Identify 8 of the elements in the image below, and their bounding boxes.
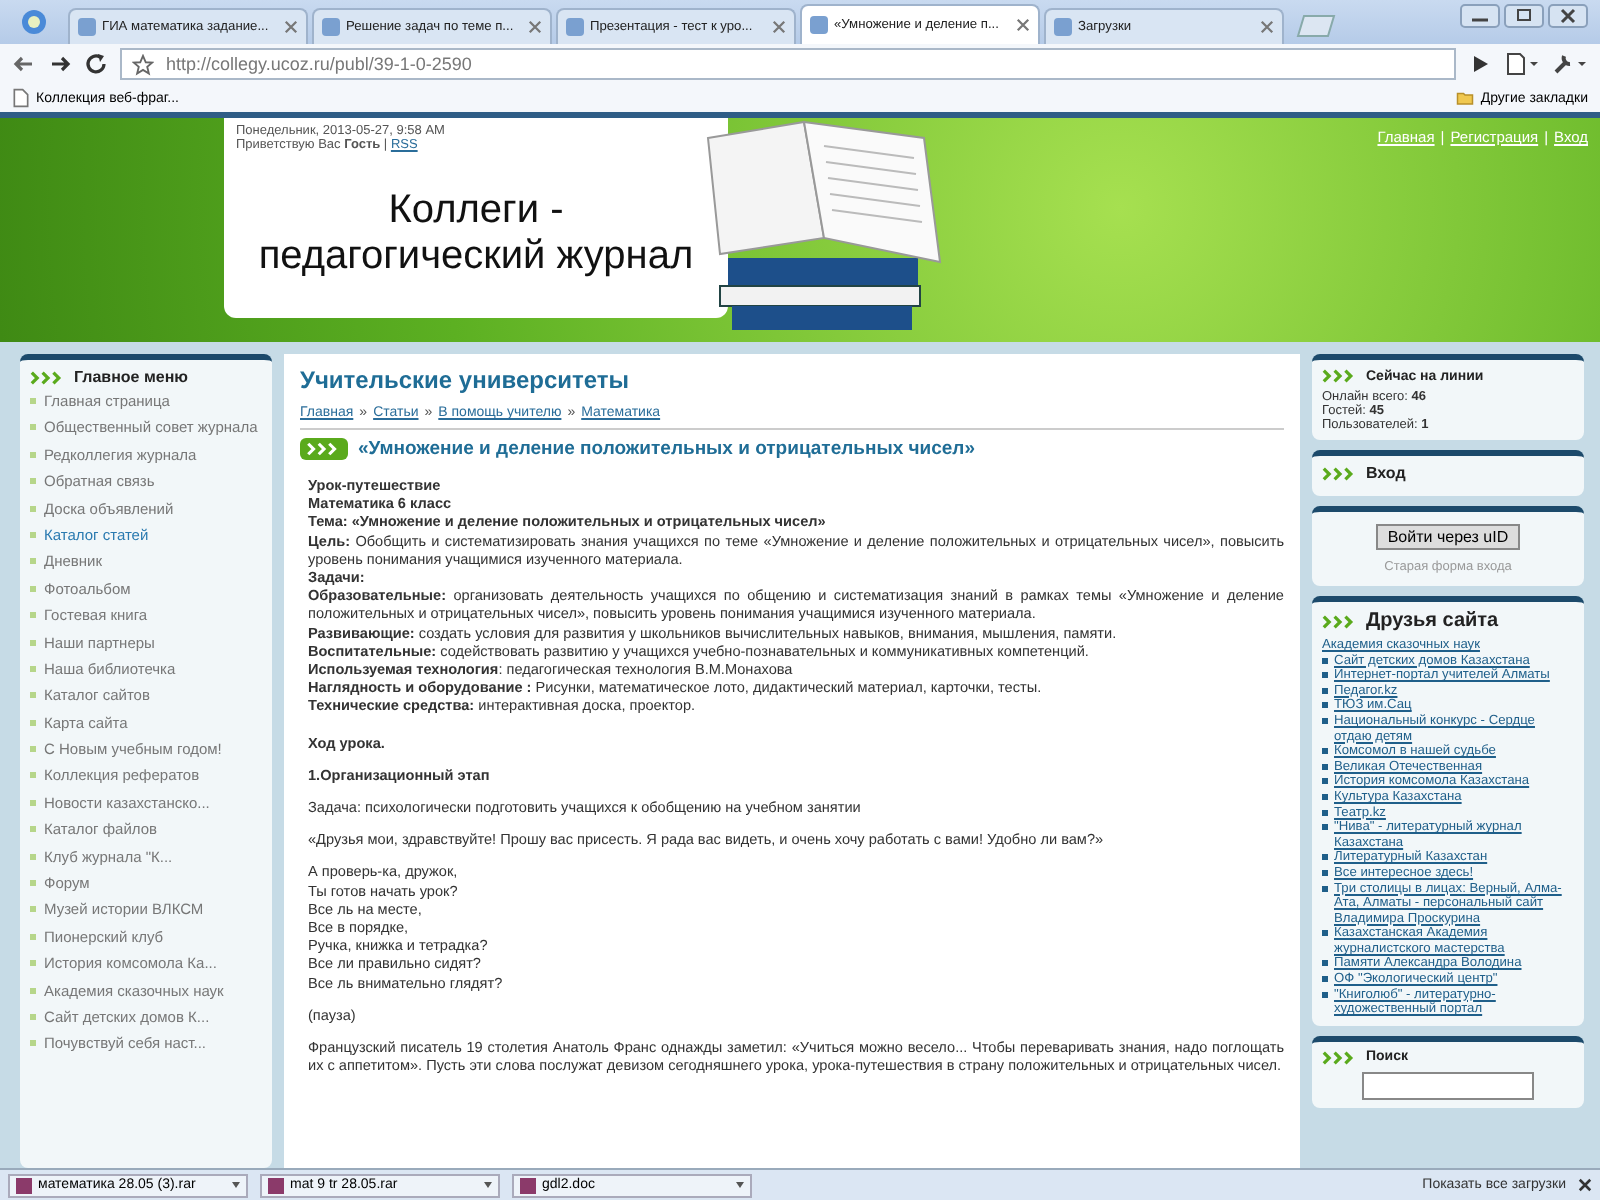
site-title: Коллеги - педагогический журнал (256, 188, 696, 280)
section-title: Учительские университеты (300, 366, 632, 394)
panel-title: Вход (1366, 464, 1406, 482)
article-title: «Умножение и деление положительных и отрицательных чисел» (358, 438, 976, 460)
panel-title: Друзья сайта (1366, 610, 1499, 632)
address-bar[interactable]: http://collegy.ucoz.ru/publ/39-1-0-2590 (120, 48, 1456, 80)
login-button[interactable]: Войти через uID (1375, 524, 1521, 550)
panel-title: Главное меню (74, 368, 189, 386)
